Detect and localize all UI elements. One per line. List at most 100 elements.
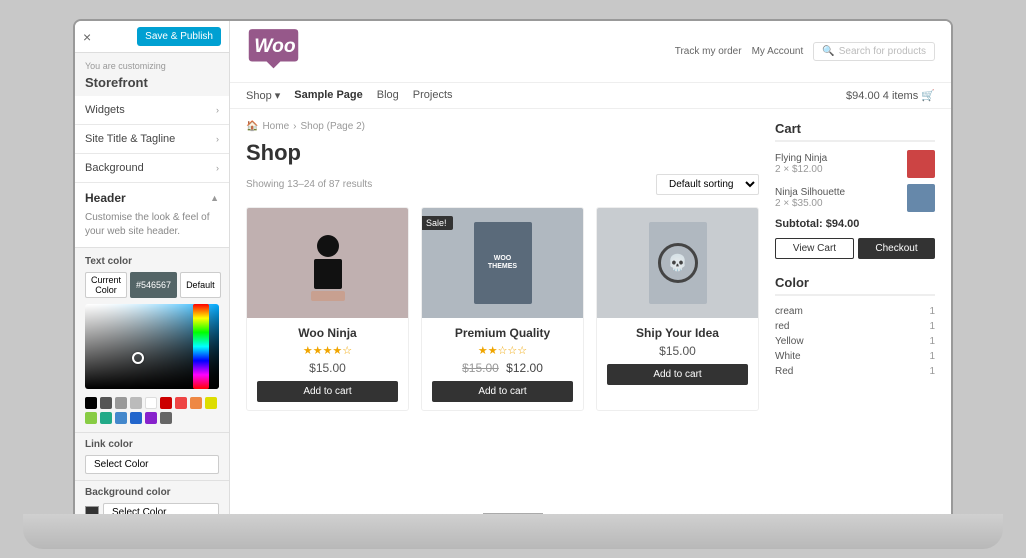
save-publish-button[interactable]: Save & Publish <box>137 27 221 46</box>
product-stars-1: ★★★★☆ <box>257 344 398 357</box>
default-color-button[interactable]: Default <box>180 272 221 298</box>
product-info-3: Ship Your Idea $15.00 Add to cart <box>597 318 758 393</box>
swatch-white[interactable] <box>145 397 157 409</box>
cart-item-1-name: Flying Ninja <box>775 153 907 164</box>
link-color-section: Link color Select Color <box>75 432 229 480</box>
shop-page-title: Shop <box>246 140 759 166</box>
swatch-medium-gray[interactable] <box>160 412 172 424</box>
product-card-3: 💀 Ship Your Idea $15.00 Add to cart <box>596 207 759 411</box>
swatch-purple[interactable] <box>145 412 157 424</box>
shop-sidebar: Cart Flying Ninja 2 × $12.00 Ninja Silho… <box>775 121 935 411</box>
search-box: 🔍 Search for products <box>813 42 935 61</box>
link-color-label: Link color <box>85 439 219 450</box>
swatch-black[interactable] <box>85 397 97 409</box>
checkout-button[interactable]: Checkout <box>858 238 935 259</box>
close-button[interactable]: × <box>83 29 91 45</box>
link-color-select-button[interactable]: Select Color <box>85 455 219 474</box>
new-price-2: $12.00 <box>506 361 543 375</box>
site-main: 🏠 Home › Shop (Page 2) Shop Showing 13–2… <box>230 109 951 423</box>
site-header: Woo Track my order My Account 🔍 Search f… <box>230 21 951 83</box>
my-account-link[interactable]: My Account <box>752 46 804 57</box>
results-count: Showing 13–24 of 87 results <box>246 179 372 190</box>
menu-item-background[interactable]: Background › <box>75 154 229 183</box>
swatch-blue[interactable] <box>115 412 127 424</box>
sort-select[interactable]: Default sorting <box>656 174 759 195</box>
breadcrumb-home[interactable]: Home <box>262 121 289 132</box>
swatch-teal[interactable] <box>100 412 112 424</box>
product-name-3: Ship Your Idea <box>607 326 748 340</box>
products-grid: Woo Ninja ★★★★☆ $15.00 Add to cart Sale! <box>246 207 759 411</box>
cart-widget: Cart Flying Ninja 2 × $12.00 Ninja Silho… <box>775 121 935 259</box>
hue-bar[interactable] <box>193 304 209 389</box>
cart-item-1-qty-price: 2 × $12.00 <box>775 164 907 175</box>
swatch-dark-red[interactable] <box>160 397 172 409</box>
nav-blog[interactable]: Blog <box>377 89 399 102</box>
swatch-red[interactable] <box>175 397 187 409</box>
product-image-3: 💀 <box>597 208 758 318</box>
product-info-1: Woo Ninja ★★★★☆ $15.00 Add to cart <box>247 318 408 410</box>
customizing-label: You are customizing Storefront <box>75 53 229 96</box>
cart-subtotal: Subtotal: $94.00 <box>775 218 935 230</box>
cart-item-1: Flying Ninja 2 × $12.00 <box>775 150 935 178</box>
color-picker-circle[interactable] <box>132 352 144 364</box>
site-preview: Woo Track my order My Account 🔍 Search f… <box>230 21 951 527</box>
menu-item-site-title[interactable]: Site Title & Tagline › <box>75 125 229 154</box>
cart-item-2-qty-price: 2 × $35.00 <box>775 198 907 209</box>
color-filter-cream[interactable]: cream 1 <box>775 304 935 319</box>
swatch-gray[interactable] <box>115 397 127 409</box>
shop-toolbar: Showing 13–24 of 87 results Default sort… <box>246 174 759 195</box>
product-card-1: Woo Ninja ★★★★☆ $15.00 Add to cart <box>246 207 409 411</box>
add-to-cart-1[interactable]: Add to cart <box>257 381 398 402</box>
header-section: Header ▲ Customise the look & feel of yo… <box>75 183 229 248</box>
breadcrumb: 🏠 Home › Shop (Page 2) <box>246 121 759 132</box>
color-filter-yellow[interactable]: Yellow 1 <box>775 334 935 349</box>
swatch-dark-gray[interactable] <box>100 397 112 409</box>
menu-item-widgets[interactable]: Widgets › <box>75 96 229 125</box>
product-stars-2: ★★☆☆☆ <box>432 344 573 357</box>
color-filter-Red[interactable]: Red 1 <box>775 364 935 379</box>
product-card-2: Sale! WOOTHEMES Premium Quality ★★☆☆☆ <box>421 207 584 411</box>
hex-color-button[interactable]: #546567 <box>130 272 177 298</box>
product-price-3: $15.00 <box>607 344 748 358</box>
product-name-1: Woo Ninja <box>257 326 398 340</box>
site-nav: Shop ▾ Sample Page Blog Projects $94.00 … <box>230 83 951 109</box>
customizer-panel: × Save & Publish You are customizing Sto… <box>75 21 230 527</box>
current-color-button[interactable]: Current Color <box>85 272 127 298</box>
product-price-1: $15.00 <box>257 361 398 375</box>
swatch-dark-blue[interactable] <box>130 412 142 424</box>
swatch-light-gray[interactable] <box>130 397 142 409</box>
woo-logo: Woo <box>246 29 301 74</box>
shop-content: 🏠 Home › Shop (Page 2) Shop Showing 13–2… <box>246 121 759 411</box>
product-image-1 <box>247 208 408 318</box>
color-filter-white[interactable]: White 1 <box>775 349 935 364</box>
swatch-yellow[interactable] <box>205 397 217 409</box>
breadcrumb-shop: Shop (Page 2) <box>300 121 365 132</box>
laptop-body <box>23 514 1003 549</box>
swatch-green[interactable] <box>85 412 97 424</box>
view-cart-button[interactable]: View Cart <box>775 238 854 259</box>
nav-shop[interactable]: Shop ▾ <box>246 89 280 102</box>
product-price-2: $15.00 $12.00 <box>432 361 573 375</box>
cart-actions: View Cart Checkout <box>775 238 935 259</box>
track-order-link[interactable]: Track my order <box>675 46 742 57</box>
cart-items-count: 4 items <box>883 90 918 102</box>
cart-item-2-image <box>907 184 935 212</box>
add-to-cart-2[interactable]: Add to cart <box>432 381 573 402</box>
add-to-cart-3[interactable]: Add to cart <box>607 364 748 385</box>
color-widget-title: Color <box>775 275 935 296</box>
cart-item-2: Ninja Silhouette 2 × $35.00 <box>775 184 935 212</box>
text-color-label: Text color <box>85 256 219 267</box>
swatch-orange[interactable] <box>190 397 202 409</box>
search-icon: 🔍 <box>822 46 834 57</box>
color-filter-red[interactable]: red 1 <box>775 319 935 334</box>
nav-sample-page[interactable]: Sample Page <box>294 89 362 102</box>
cart-icon[interactable]: 🛒 <box>921 90 935 102</box>
header-section-title-text: Header <box>85 191 126 205</box>
header-description: Customise the look & feel of your web si… <box>85 211 219 239</box>
sale-badge: Sale! <box>422 216 453 230</box>
color-buttons: Current Color #546567 Default <box>85 272 219 298</box>
nav-projects[interactable]: Projects <box>413 89 453 102</box>
cart-item-1-image <box>907 150 935 178</box>
panel-top-bar: × Save & Publish <box>75 21 229 53</box>
search-placeholder: Search for products <box>839 46 926 57</box>
